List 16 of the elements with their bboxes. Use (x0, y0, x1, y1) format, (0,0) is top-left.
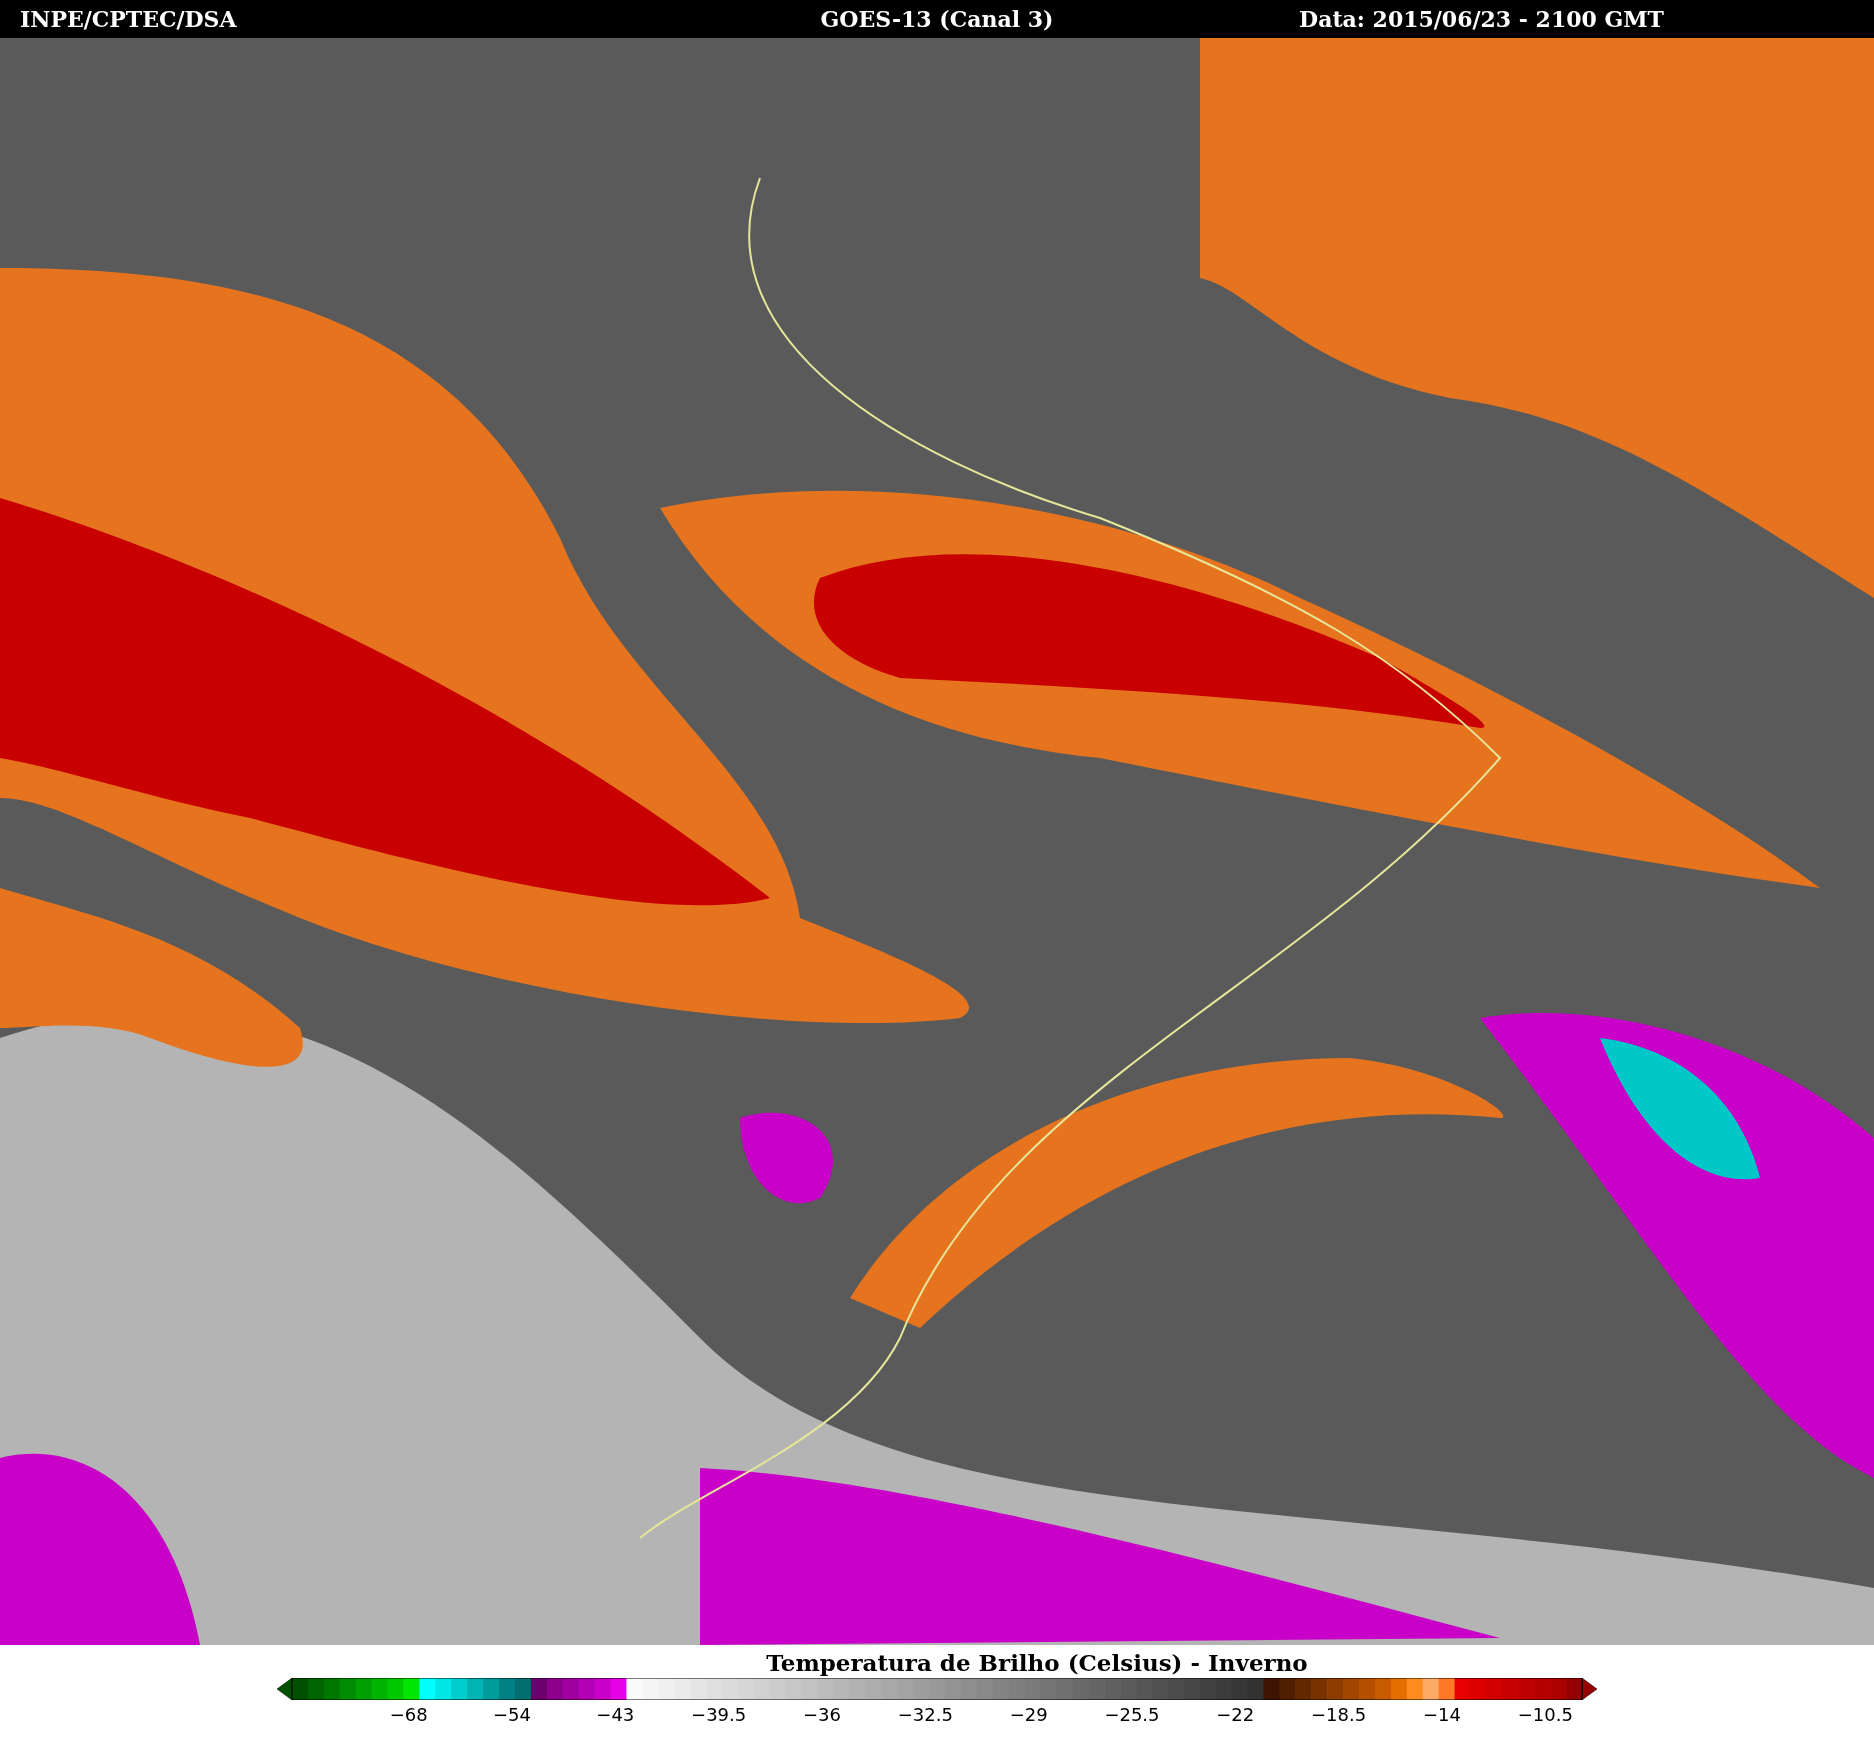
tick-label: −43 (595, 1704, 636, 1725)
legend-title: Temperatura de Brilho (Celsius) - Inverno (766, 1649, 1308, 1676)
tick-label: −29 (1008, 1704, 1049, 1725)
source-label: INPE/CPTEC/DSA (20, 6, 237, 32)
date-label: Data: 2015/06/23 - 2100 GMT (1299, 6, 1664, 32)
tick-label: −25.5 (1103, 1704, 1161, 1725)
tick-label: −68 (388, 1704, 429, 1725)
satellite-label: GOES-13 (Canal 3) (820, 6, 1054, 32)
tick-label: −10.5 (1516, 1704, 1574, 1725)
tick-label: −22 (1215, 1704, 1256, 1725)
tick-label: −39.5 (690, 1704, 748, 1725)
tick-label: −54 (492, 1704, 532, 1725)
tick-label: −14 (1421, 1704, 1462, 1725)
tick-label: −18.5 (1310, 1704, 1368, 1725)
tick-label: −36 (801, 1704, 842, 1725)
tick-label: −32.5 (896, 1704, 954, 1725)
